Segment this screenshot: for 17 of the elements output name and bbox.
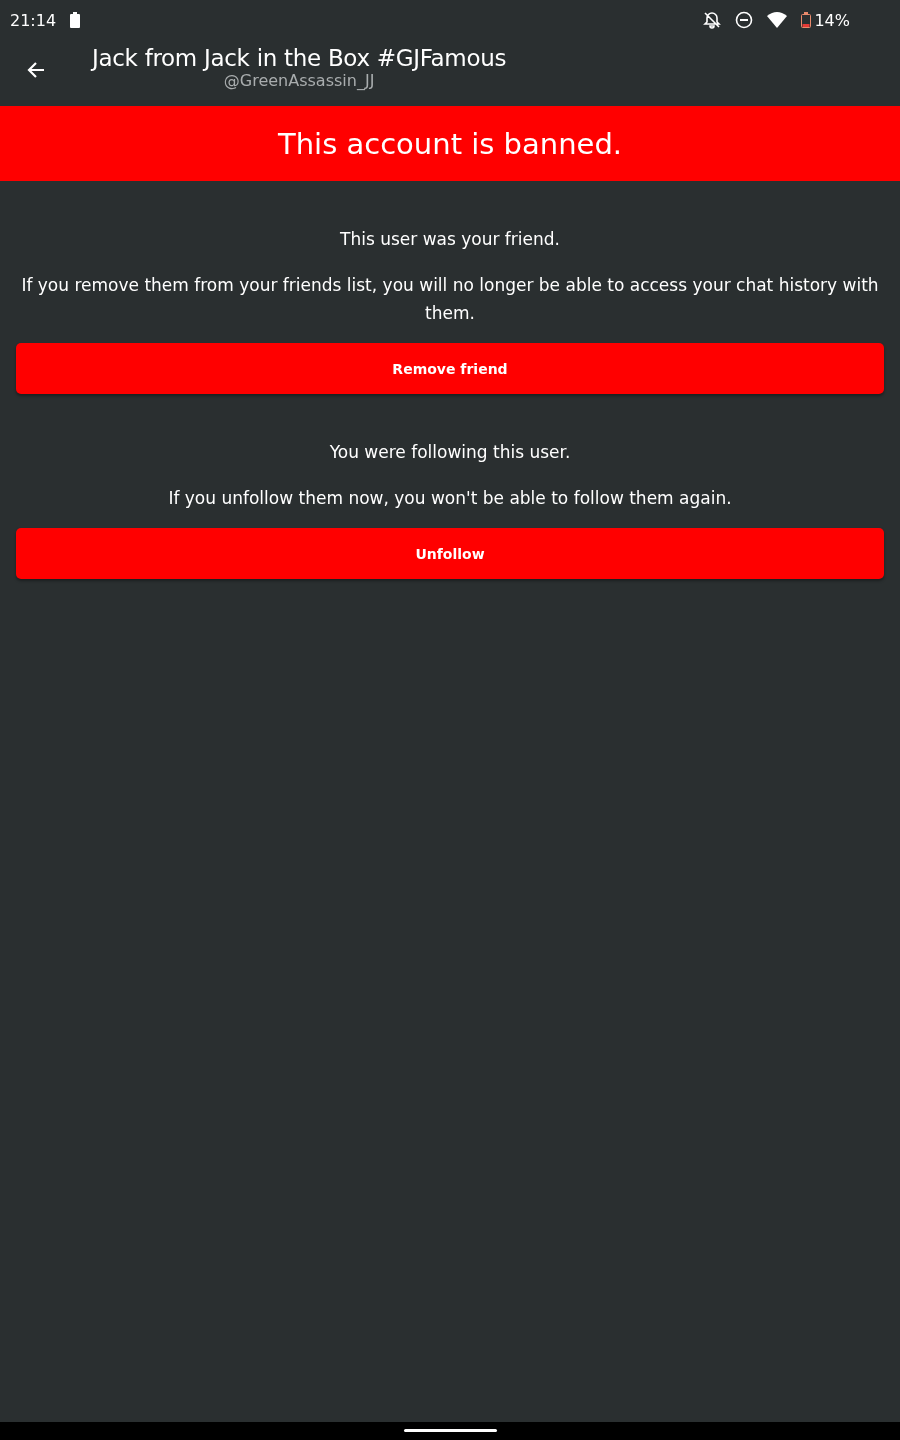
profile-name: Jack from Jack in the Box #GJFamous [92, 45, 507, 71]
home-indicator[interactable] [403, 1429, 497, 1432]
section-heading: This user was your friend. [340, 229, 560, 249]
notifications-off-icon [703, 11, 722, 29]
banned-banner: This account is banned. [0, 106, 900, 181]
battery-icon [801, 12, 812, 28]
action-button[interactable]: Unfollow [16, 528, 884, 579]
status-time: 21:14 [10, 10, 57, 30]
section-description: If you unfollow them now, you won't be able to follow them again. [168, 487, 732, 510]
battery-percent: 14% [814, 10, 850, 30]
battery-icon [70, 12, 81, 28]
do-not-disturb-icon [735, 11, 754, 29]
section-description: If you remove them from your friends list, you will no longer be able to access your chat history with them. [20, 274, 880, 325]
section-heading: You were following this user. [329, 442, 571, 462]
username: @GreenAssassin_JJ [223, 71, 375, 90]
action-button[interactable]: Remove friend [16, 343, 884, 394]
wifi-icon [767, 12, 788, 28]
